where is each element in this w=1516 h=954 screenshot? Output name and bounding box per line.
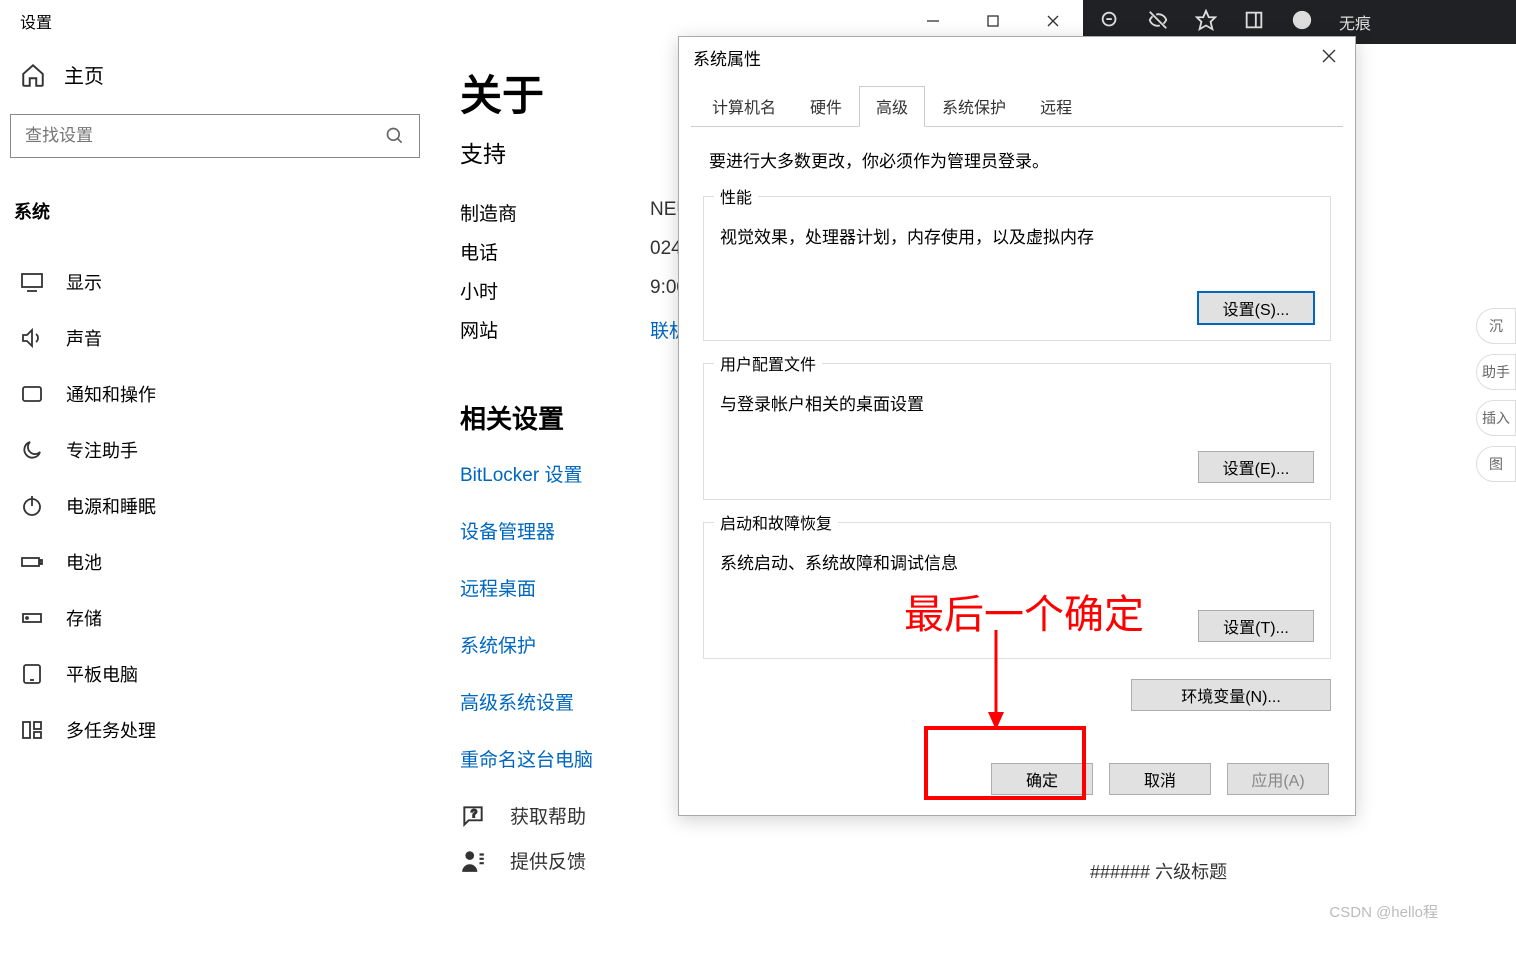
nav-battery[interactable]: 电池 [10, 534, 420, 590]
help-icon: ? [460, 803, 486, 829]
tab-advanced[interactable]: 高级 [859, 86, 925, 127]
startup-settings-button[interactable]: 设置(T)... [1198, 610, 1314, 642]
group-desc: 视觉效果，处理器计划，内存使用，以及虚拟内存 [720, 223, 1314, 248]
group-title: 启动和故障恢复 [714, 510, 838, 534]
nav-display[interactable]: 显示 [10, 254, 420, 310]
admin-notice: 要进行大多数更改，你必须作为管理员登录。 [709, 147, 1331, 172]
tab-strip: 计算机名 硬件 高级 系统保护 远程 [691, 85, 1343, 127]
apply-button[interactable]: 应用(A) [1227, 763, 1329, 795]
power-icon [20, 494, 44, 518]
moon-icon [20, 438, 44, 462]
nav-multitask[interactable]: 多任务处理 [10, 702, 420, 758]
zoom-out-icon[interactable] [1099, 9, 1121, 36]
group-title: 性能 [714, 184, 758, 208]
search-input[interactable] [25, 126, 385, 146]
cancel-button[interactable]: 取消 [1109, 763, 1211, 795]
group-desc: 系统启动、系统故障和调试信息 [720, 549, 1314, 574]
svg-text:?: ? [471, 808, 477, 820]
dialog-close-button[interactable] [1309, 41, 1349, 71]
nav-power[interactable]: 电源和睡眠 [10, 478, 420, 534]
bg-md-h6: ###### 六级标题 [1090, 858, 1227, 884]
tab-computer-name[interactable]: 计算机名 [695, 86, 793, 127]
group-performance: 性能 视觉效果，处理器计划，内存使用，以及虚拟内存 设置(S)... [703, 196, 1331, 341]
kv-key: 电话 [460, 238, 650, 265]
group-user-profile: 用户配置文件 与登录帐户相关的桌面设置 设置(E)... [703, 363, 1331, 500]
dialog-title: 系统属性 [693, 45, 761, 70]
group-desc: 与登录帐户相关的桌面设置 [720, 390, 1314, 415]
side-pill-stack: 沉 助手 插入 图 [1476, 308, 1516, 482]
battery-icon [20, 550, 44, 574]
nav-sound[interactable]: 声音 [10, 310, 420, 366]
multitask-icon [20, 718, 44, 742]
env-vars-button[interactable]: 环境变量(N)... [1131, 679, 1331, 711]
kv-key: 小时 [460, 277, 650, 304]
window-title: 设置 [20, 9, 52, 33]
tab-system-protect[interactable]: 系统保护 [925, 86, 1023, 127]
tab-hardware[interactable]: 硬件 [793, 86, 859, 127]
home-nav[interactable]: 主页 [10, 42, 420, 114]
nav-focus-assist[interactable]: 专注助手 [10, 422, 420, 478]
nav-storage[interactable]: 存储 [10, 590, 420, 646]
eye-off-icon[interactable] [1147, 9, 1169, 36]
perf-settings-button[interactable]: 设置(S)... [1198, 292, 1314, 324]
annotation-text: 最后一个确定 [904, 582, 1144, 640]
nav-notifications[interactable]: 通知和操作 [10, 366, 420, 422]
kv-val: 024 [650, 238, 682, 265]
give-feedback[interactable]: 提供反馈 [460, 847, 1083, 874]
incognito-icon[interactable] [1291, 9, 1313, 36]
side-pill[interactable]: 沉 [1476, 308, 1516, 344]
dialog-titlebar: 系统属性 [679, 37, 1355, 77]
storage-icon [20, 606, 44, 630]
watermark: CSDN @hello程 [1329, 901, 1438, 922]
side-pill[interactable]: 插入 [1476, 400, 1516, 436]
panel-icon[interactable] [1243, 9, 1265, 36]
search-icon [385, 126, 405, 146]
feedback-icon [460, 848, 486, 874]
tab-remote[interactable]: 远程 [1023, 86, 1089, 127]
section-label: 系统 [10, 188, 420, 254]
home-label: 主页 [64, 60, 104, 89]
nav-tablet[interactable]: 平板电脑 [10, 646, 420, 702]
group-title: 用户配置文件 [714, 351, 822, 375]
search-input-wrap[interactable] [10, 114, 420, 158]
tablet-icon [20, 662, 44, 686]
incognito-label: 无痕 [1339, 10, 1371, 34]
sidebar: 主页 系统 显示 声音 通知和操作 专注助手 电源和睡眠 电池 存储 平板电脑 … [0, 42, 430, 954]
kv-key: 制造商 [460, 199, 650, 226]
star-icon[interactable] [1195, 9, 1217, 36]
sound-icon [20, 326, 44, 350]
notify-icon [20, 382, 44, 406]
profile-settings-button[interactable]: 设置(E)... [1198, 451, 1314, 483]
system-properties-dialog: 系统属性 计算机名 硬件 高级 系统保护 远程 要进行大多数更改，你必须作为管理… [678, 36, 1356, 816]
annotation-highlight-box [924, 726, 1086, 800]
home-icon [20, 62, 46, 88]
side-pill[interactable]: 图 [1476, 446, 1516, 482]
annotation-arrow-icon [986, 630, 1006, 730]
display-icon [20, 270, 44, 294]
kv-key: 网站 [460, 316, 650, 343]
side-pill[interactable]: 助手 [1476, 354, 1516, 390]
